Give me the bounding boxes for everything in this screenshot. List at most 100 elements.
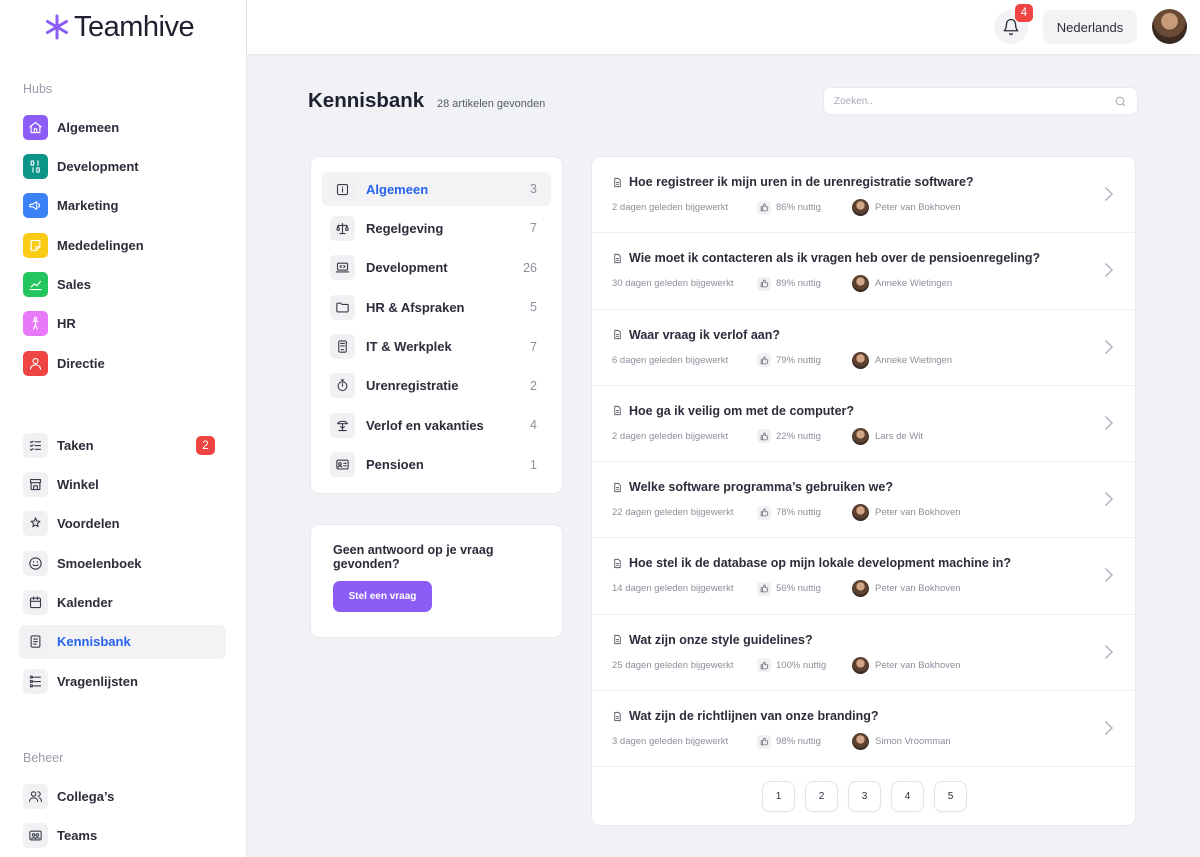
sidebar-item-voordelen[interactable]: Voordelen	[19, 507, 226, 541]
sidebar-item-marketing[interactable]: Marketing	[19, 189, 226, 223]
article-author: Anneke Wietingen	[852, 275, 952, 293]
article-row[interactable]: Hoe registreer ik mijn uren in de urenre…	[592, 157, 1135, 234]
sidebar-item-winkel[interactable]: Winkel	[19, 467, 226, 501]
article-useful: 22% nuttig	[757, 429, 852, 444]
article-title-wrap: Waar vraag ik verlof aan?	[612, 328, 780, 342]
sidebar-item-sales[interactable]: Sales	[19, 268, 226, 302]
article-useful-text: 22% nuttig	[776, 430, 821, 442]
article-title[interactable]: Hoe registreer ik mijn uren in de urenre…	[629, 175, 974, 189]
sidebar-item-label: Winkel	[57, 476, 99, 492]
thumbs-up-icon	[757, 658, 771, 673]
category-regelgeving[interactable]: Regelgeving 7	[322, 211, 551, 245]
sidebar-item-kalender[interactable]: Kalender	[19, 586, 226, 620]
article-title-wrap: Hoe registreer ik mijn uren in de urenre…	[612, 175, 974, 189]
sidebar-item-label: Development	[57, 158, 139, 174]
asterisk-logo-icon	[46, 14, 68, 40]
sidebar-item-directie[interactable]: Directie	[19, 346, 226, 380]
article-author: Simon Vroomman	[852, 733, 951, 751]
category-name: Pensioen	[366, 457, 424, 473]
sidebar-item-algemeen[interactable]: Algemeen	[19, 110, 226, 144]
article-useful: 86% nuttig	[757, 200, 852, 215]
page-button-5[interactable]: 5	[934, 781, 967, 812]
article-title[interactable]: Wat zijn onze style guidelines?	[629, 633, 813, 647]
article-row[interactable]: Wie moet ik contacteren als ik vragen he…	[592, 233, 1135, 310]
chevron-right-icon	[1105, 721, 1114, 735]
article-row[interactable]: Hoe ga ik veilig om met de computer? 2 da…	[592, 386, 1135, 463]
article-title[interactable]: Hoe stel ik de database op mijn lokale d…	[629, 556, 1011, 570]
sidebar-item-teams[interactable]: Teams	[19, 818, 226, 852]
search-input[interactable]	[834, 95, 1114, 107]
page-button-1[interactable]: 1	[762, 781, 795, 812]
article-updated: 25 dagen geleden bijgewerkt	[612, 659, 734, 671]
category-verlof-en-vakanties[interactable]: Verlof en vakanties 4	[322, 408, 551, 442]
category-count: 3	[530, 182, 537, 196]
category-name: IT & Werkplek	[366, 339, 452, 355]
article-meta: 3 dagen geleden bijgewerkt 98% nuttig Simo…	[612, 733, 951, 751]
sidebar-item-kennisbank[interactable]: Kennisbank	[19, 624, 226, 659]
page-button-2[interactable]: 2	[805, 781, 838, 812]
sidebar-icon-box	[23, 822, 48, 848]
category-count: 2	[530, 378, 537, 393]
category-algemeen[interactable]: Algemeen 3	[322, 172, 551, 206]
article-row[interactable]: Wat zijn de richtlijnen van onze brandin…	[592, 691, 1135, 768]
sidebar-item-label: Teams	[57, 827, 98, 843]
page-button-3[interactable]: 3	[848, 781, 881, 812]
article-useful-text: 56% nuttig	[776, 583, 821, 595]
article-row[interactable]: Waar vraag ik verlof aan? 6 dagen geleden…	[592, 310, 1135, 386]
article-meta: 25 dagen geleden bijgewerkt 100% nuttig Pe…	[612, 656, 961, 674]
beach-icon	[336, 420, 349, 431]
pagination: 12345	[592, 781, 1135, 812]
category-urenregistratie[interactable]: Urenregistratie 2	[322, 369, 551, 403]
sidebar-item-mededelingen[interactable]: Mededelingen	[19, 228, 226, 262]
ask-question-button[interactable]: Stel een vraag	[333, 581, 432, 612]
page-button-4[interactable]: 4	[891, 781, 924, 812]
stopwatch-icon	[337, 379, 348, 392]
checklist-icon	[29, 440, 42, 451]
article-title[interactable]: Waar vraag ik verlof aan?	[629, 328, 780, 342]
sidebar-item-smoelenboek[interactable]: Smoelenboek	[19, 546, 226, 580]
sidebar-item-development[interactable]: Development	[19, 149, 226, 183]
article-author: Peter van Bokhoven	[852, 504, 961, 522]
article-useful-text: 89% nuttig	[776, 278, 821, 290]
document-icon	[614, 635, 621, 645]
article-useful-text: 100% nuttig	[776, 659, 827, 671]
thumbs-up-icon	[757, 200, 771, 215]
article-title[interactable]: Welke software programma’s gebruiken we?	[629, 480, 893, 494]
article-meta: 2 dagen geleden bijgewerkt 22% nuttig Lars…	[612, 427, 923, 445]
category-pensioen[interactable]: Pensioen 1	[322, 448, 551, 482]
user-avatar[interactable]	[1152, 9, 1187, 44]
article-row[interactable]: Welke software programma’s gebruiken we?…	[592, 462, 1135, 539]
article-title[interactable]: Wie moet ik contacteren als ik vragen he…	[629, 251, 1040, 265]
category-hr-afspraken[interactable]: HR & Afspraken 5	[322, 290, 551, 324]
sidebar-icon-box	[23, 511, 48, 537]
article-row[interactable]: Hoe stel ik de database op mijn lokale d…	[592, 538, 1135, 615]
sidebar-item-label: Smoelenboek	[57, 555, 142, 571]
folder-icon	[336, 302, 349, 313]
category-it-werkplek[interactable]: IT & Werkplek 7	[322, 330, 551, 364]
sidebar-icon-box	[23, 350, 48, 376]
chevron-right-icon	[1105, 339, 1114, 354]
sidebar-item-hr[interactable]: HR	[19, 307, 226, 341]
article-title[interactable]: Hoe ga ik veilig om met de computer?	[629, 404, 854, 418]
category-icon-box	[330, 452, 355, 478]
article-row[interactable]: Wat zijn onze style guidelines? 25 dagen …	[592, 615, 1135, 692]
search-icon[interactable]	[1114, 95, 1127, 108]
author-name: Peter van Bokhoven	[875, 659, 961, 671]
category-count: 1	[530, 457, 537, 472]
sidebar-icon-box	[23, 471, 48, 497]
sidebar-item-taken[interactable]: Taken 2	[19, 428, 226, 462]
sidebar-item-vragenlijsten[interactable]: Vragenlijsten	[19, 664, 226, 698]
sidebar-item-collega-s[interactable]: Collega’s	[19, 779, 226, 813]
sidebar-icon-box	[23, 550, 48, 576]
user-icon	[29, 357, 42, 370]
article-title[interactable]: Wat zijn de richtlijnen van onze brandin…	[629, 709, 879, 723]
app-logo[interactable]: Teamhive	[44, 11, 195, 43]
language-selector[interactable]: Nederlands	[1043, 10, 1137, 44]
article-updated: 22 dagen geleden bijgewerkt	[612, 507, 734, 519]
article-author: Peter van Bokhoven	[852, 580, 961, 598]
author-name: Peter van Bokhoven	[875, 507, 961, 519]
article-author: Lars de Wit	[852, 427, 923, 445]
article-updated: 6 dagen geleden bijgewerkt	[612, 354, 729, 366]
article-meta: 14 dagen geleden bijgewerkt 56% nuttig Pet…	[612, 580, 961, 598]
category-development[interactable]: Development 26	[322, 251, 551, 285]
